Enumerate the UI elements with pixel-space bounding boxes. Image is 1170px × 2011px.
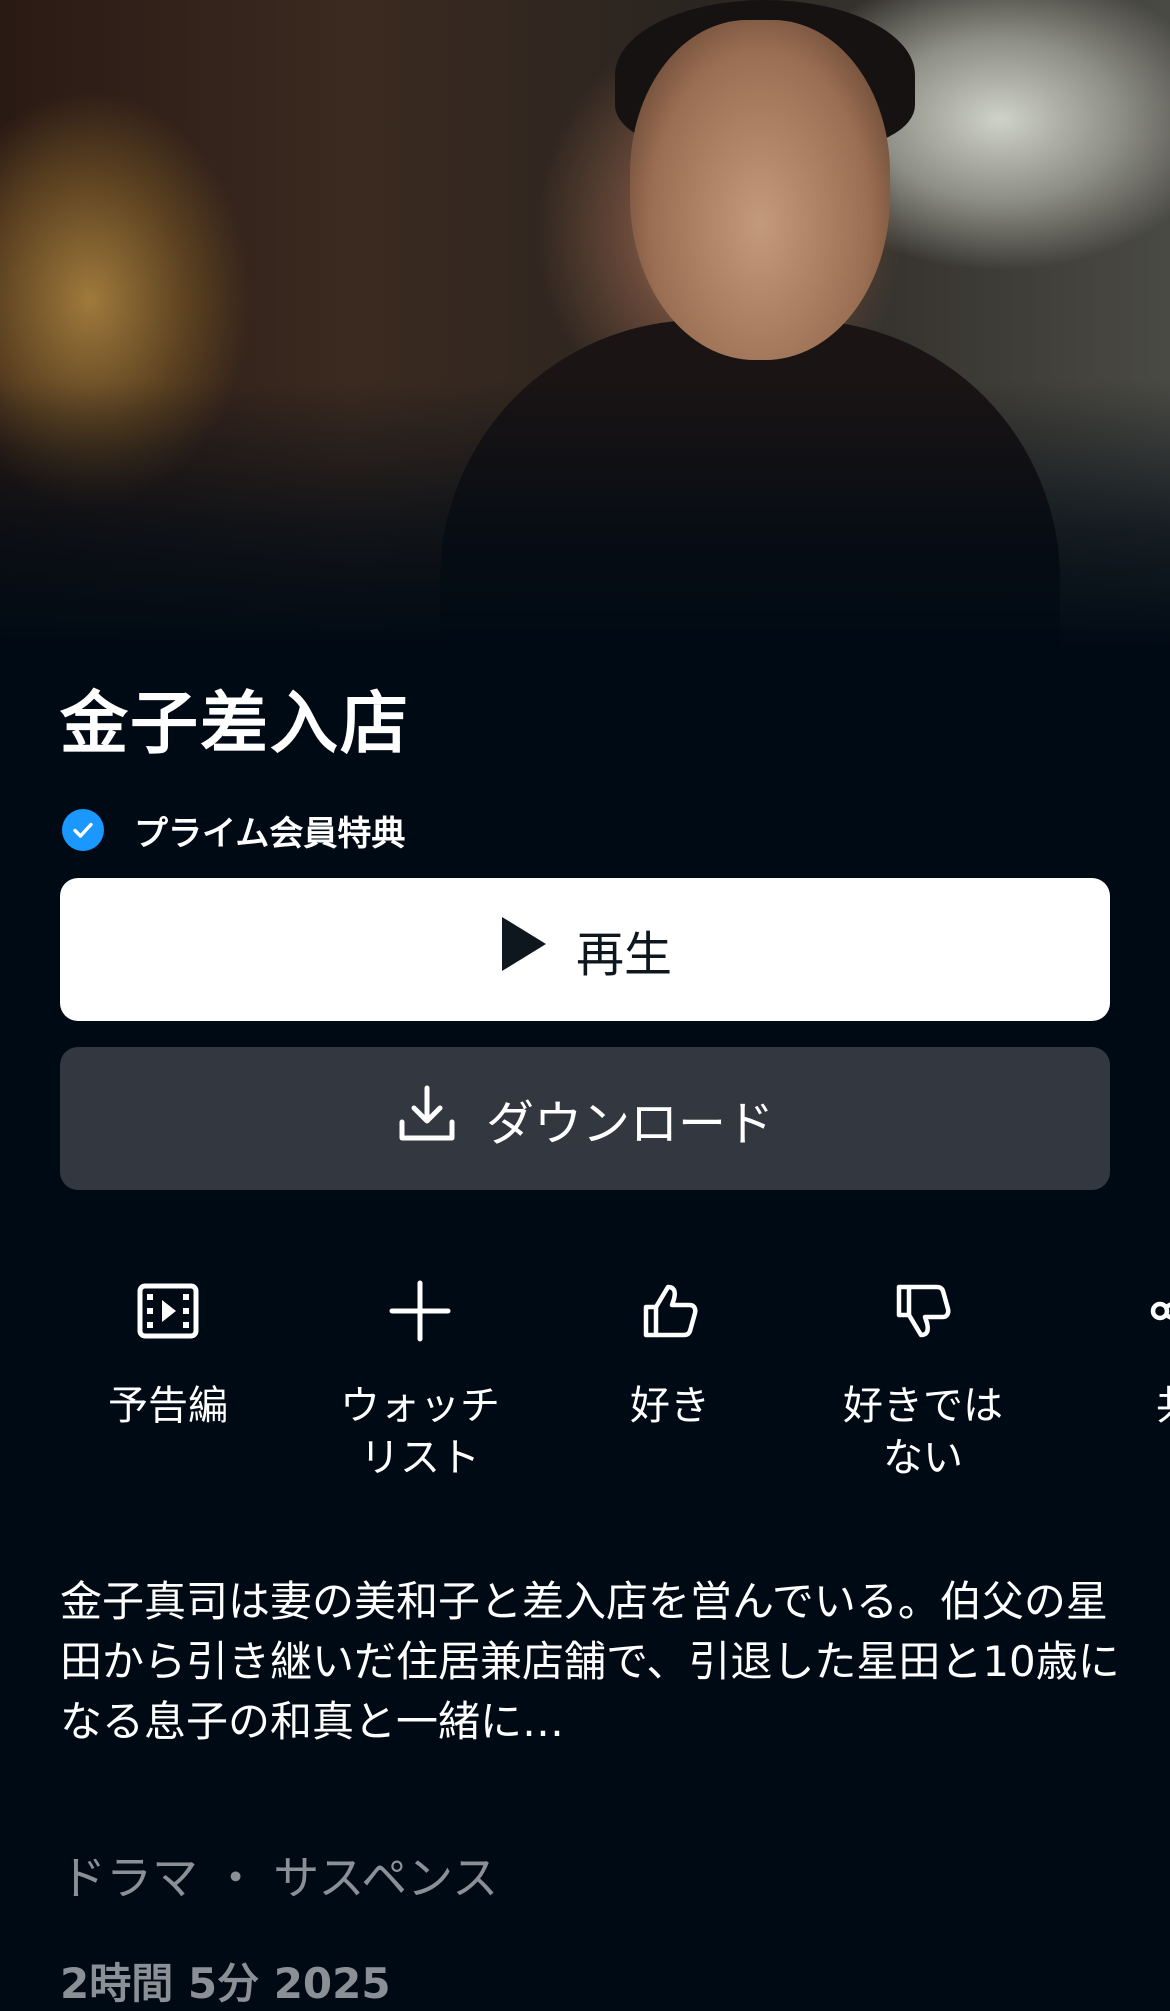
like-label: 好き bbox=[630, 1383, 710, 1429]
play-icon bbox=[498, 915, 548, 985]
download-button-label: ダウンロード bbox=[485, 1095, 774, 1152]
play-button-label: 再生 bbox=[575, 926, 672, 983]
runtime-year: 2時間 5分 2025 bbox=[60, 1959, 391, 2008]
checkmark-icon bbox=[62, 809, 104, 851]
plus-icon bbox=[388, 1272, 452, 1350]
hero-fade-overlay bbox=[0, 380, 1170, 650]
watchlist-label: ウォッチ リスト bbox=[340, 1383, 500, 1481]
prime-badge: プライム会員特典 bbox=[62, 806, 405, 854]
trailer-label: 予告編 bbox=[108, 1383, 228, 1429]
share-icon bbox=[1144, 1272, 1170, 1350]
synopsis[interactable]: 金子真司は妻の美和子と差入店を営んでいる。伯父の星田から引き継いだ住居兼店舗で、… bbox=[60, 1572, 1120, 1752]
like-button[interactable]: 好き bbox=[560, 1272, 780, 1432]
download-button[interactable]: ダウンロード bbox=[60, 1047, 1110, 1190]
hero-figure-head bbox=[630, 20, 890, 360]
genre-list: ドラマ ・ サスペンス bbox=[60, 1851, 499, 1905]
share-button[interactable]: 共 bbox=[1066, 1272, 1170, 1432]
share-label: 共 bbox=[1156, 1380, 1170, 1432]
trailer-button[interactable]: 予告編 bbox=[58, 1272, 278, 1432]
download-icon bbox=[396, 1082, 458, 1156]
thumbs-down-icon bbox=[893, 1272, 953, 1350]
page-title: 金子差入店 bbox=[60, 685, 411, 764]
dislike-label: 好きでは ない bbox=[843, 1383, 1003, 1481]
thumbs-up-icon bbox=[640, 1272, 700, 1350]
hero-image bbox=[0, 0, 1170, 650]
trailer-icon bbox=[136, 1272, 200, 1350]
prime-badge-label: プライム会員特典 bbox=[134, 813, 406, 854]
play-button[interactable]: 再生 bbox=[60, 878, 1110, 1021]
dislike-button[interactable]: 好きでは ない bbox=[813, 1272, 1033, 1484]
watchlist-button[interactable]: ウォッチ リスト bbox=[310, 1272, 530, 1484]
action-bar: 予告編 ウォッチ リスト 好き 好きでは ない 共 bbox=[0, 1272, 1170, 1502]
